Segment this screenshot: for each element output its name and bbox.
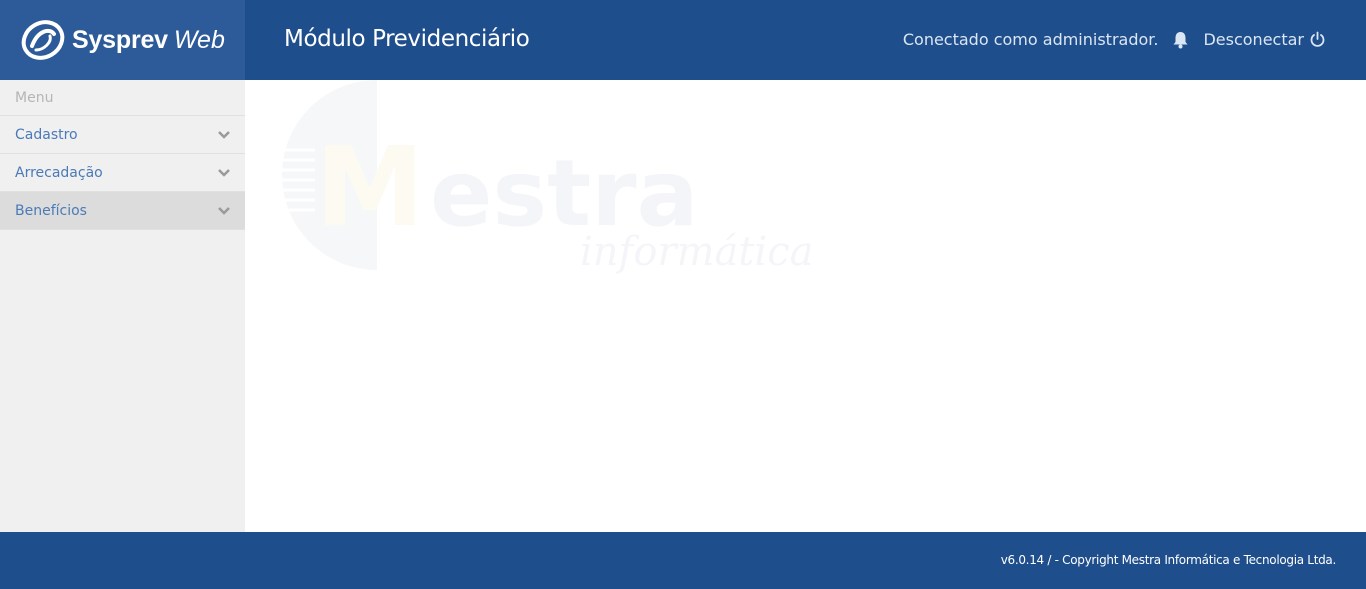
power-icon <box>1310 31 1325 47</box>
chevron-down-icon <box>218 206 230 215</box>
sysprev-logo-icon <box>21 20 65 60</box>
logout-button[interactable]: Desconectar <box>1203 30 1326 49</box>
page-title: Módulo Previdenciário <box>284 26 530 52</box>
user-area: Conectado como administrador. Desconecta… <box>903 30 1326 49</box>
brand-suffix: Web <box>173 25 225 54</box>
sidebar-item-beneficios[interactable]: Benefícios <box>0 192 245 230</box>
logout-label: Desconectar <box>1203 30 1304 49</box>
watermark-tagline: informática <box>580 229 813 275</box>
sidebar-item-cadastro[interactable]: Cadastro <box>0 116 245 154</box>
sidebar-item-label: Benefícios <box>15 202 87 219</box>
copyright-text: v6.0.14 / - Copyright Mestra Informática… <box>1000 553 1337 567</box>
sidebar-menu: Menu Cadastro Arrecadação Benefícios <box>0 80 245 532</box>
menu-header: Menu <box>0 80 245 116</box>
top-header: Sysprev Web Módulo Previdenciário Conect… <box>0 0 1366 80</box>
bell-icon[interactable] <box>1172 31 1189 49</box>
footer: v6.0.14 / - Copyright Mestra Informática… <box>0 532 1366 589</box>
chevron-down-icon <box>218 130 230 139</box>
mestra-watermark-logo: M estra informática <box>275 80 813 275</box>
sidebar-item-label: Cadastro <box>15 126 78 143</box>
connected-user-text: Conectado como administrador. <box>902 30 1159 49</box>
brand-logo-area[interactable]: Sysprev Web <box>0 0 245 80</box>
brand-name: Sysprev <box>72 25 168 54</box>
sidebar-item-label: Arrecadação <box>15 164 103 181</box>
chevron-down-icon <box>218 168 230 177</box>
sidebar-item-arrecadacao[interactable]: Arrecadação <box>0 154 245 192</box>
watermark-m: M <box>315 123 424 251</box>
main-content: M estra informática <box>245 80 1366 532</box>
